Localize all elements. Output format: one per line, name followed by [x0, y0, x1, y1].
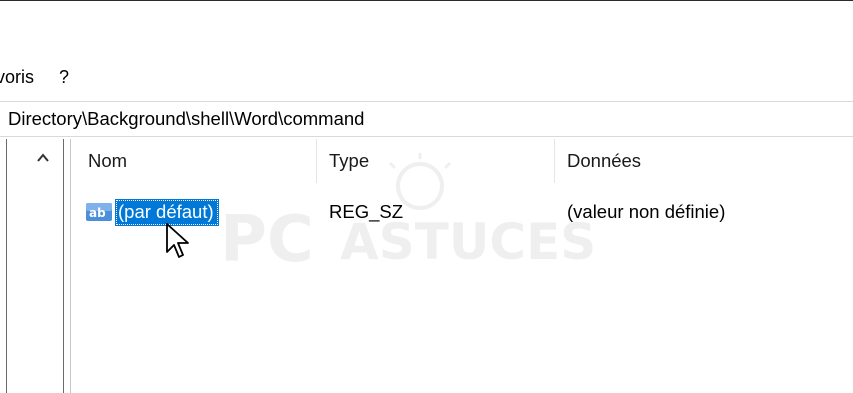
column-header-nom[interactable]: Nom — [71, 139, 317, 183]
column-header-donnees[interactable]: Données — [555, 139, 853, 183]
menu-help[interactable]: ? — [59, 67, 81, 88]
registry-editor-window: voris ? Directory\Background\shell\Word\… — [0, 0, 853, 393]
values-list-header: Nom Type Données — [71, 139, 853, 183]
chevron-up-icon[interactable] — [36, 151, 50, 165]
svg-text:ab: ab — [89, 206, 106, 220]
value-type-cell: REG_SZ — [329, 201, 404, 222]
menu-bar: voris ? — [0, 61, 853, 93]
value-data-cell: (valeur non définie) — [567, 201, 726, 222]
value-name-cell[interactable]: ab (par défaut) — [85, 196, 219, 228]
address-bar[interactable]: Directory\Background\shell\Word\command — [0, 101, 853, 137]
address-path[interactable]: Directory\Background\shell\Word\command — [8, 108, 364, 130]
menu-favoris[interactable]: voris — [0, 67, 59, 88]
string-value-icon: ab — [86, 203, 112, 221]
column-header-type[interactable]: Type — [317, 139, 555, 183]
key-tree-pane[interactable] — [0, 139, 64, 393]
mouse-pointer-icon — [166, 223, 189, 258]
